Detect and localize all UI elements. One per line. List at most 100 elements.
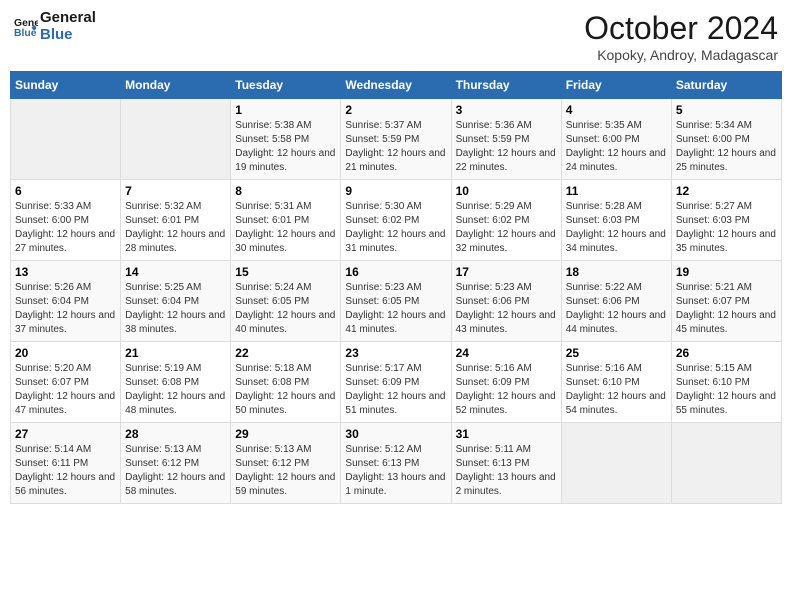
day-info: Sunrise: 5:24 AMSunset: 6:05 PMDaylight:… (235, 281, 336, 337)
calendar-cell: 18Sunrise: 5:22 AMSunset: 6:06 PMDayligh… (561, 261, 671, 342)
day-number: 28 (125, 427, 226, 441)
location-subtitle: Kopoky, Androy, Madagascar (584, 47, 778, 63)
day-number: 15 (235, 265, 336, 279)
week-row-3: 13Sunrise: 5:26 AMSunset: 6:04 PMDayligh… (11, 261, 782, 342)
day-info: Sunrise: 5:16 AMSunset: 6:10 PMDaylight:… (566, 362, 667, 418)
day-number: 19 (676, 265, 777, 279)
day-number: 30 (345, 427, 446, 441)
day-number: 31 (456, 427, 557, 441)
calendar-cell: 20Sunrise: 5:20 AMSunset: 6:07 PMDayligh… (11, 342, 121, 423)
day-number: 20 (15, 346, 116, 360)
month-title: October 2024 (584, 10, 778, 47)
calendar-cell: 19 Sunrise: 5:21 AMSunset: 6:07 PMDayligh… (671, 261, 781, 342)
day-number: 11 (566, 184, 667, 198)
day-info: Sunrise: 5:11 AMSunset: 6:13 PMDaylight:… (456, 443, 557, 499)
day-info: Sunrise: 5:27 AMSunset: 6:03 PMDaylight:… (676, 200, 777, 256)
day-info: Sunrise: 5:36 AMSunset: 5:59 PMDaylight:… (456, 119, 557, 175)
day-info: Sunrise: 5:13 AMSunset: 6:12 PMDaylight:… (125, 443, 226, 499)
calendar-cell: 24Sunrise: 5:16 AMSunset: 6:09 PMDayligh… (451, 342, 561, 423)
page-header: General Blue General Blue October 2024 K… (10, 10, 782, 63)
calendar-cell: 7 Sunrise: 5:32 AMSunset: 6:01 PMDaylight… (121, 180, 231, 261)
day-number: 13 (15, 265, 116, 279)
week-row-1: 1 Sunrise: 5:38 AMSunset: 5:58 PMDaylight… (11, 99, 782, 180)
logo-icon: General Blue (14, 15, 38, 39)
day-number: 1 (235, 103, 336, 117)
svg-text:Blue: Blue (14, 27, 37, 38)
day-info: Sunrise: 5:33 AMSunset: 6:00 PMDaylight:… (15, 200, 116, 256)
logo: General Blue General Blue (14, 10, 96, 43)
day-number: 7 (125, 184, 226, 198)
day-info: Sunrise: 5:21 AMSunset: 6:07 PMDaylight:… (676, 281, 777, 337)
weekday-header-saturday: Saturday (671, 72, 781, 99)
calendar-cell: 5Sunrise: 5:34 AMSunset: 6:00 PMDaylight… (671, 99, 781, 180)
calendar-cell: 14Sunrise: 5:25 AMSunset: 6:04 PMDayligh… (121, 261, 231, 342)
day-info: Sunrise: 5:13 AMSunset: 6:12 PMDaylight:… (235, 443, 336, 499)
day-info: Sunrise: 5:28 AMSunset: 6:03 PMDaylight:… (566, 200, 667, 256)
calendar-cell: 9 Sunrise: 5:30 AMSunset: 6:02 PMDaylight… (341, 180, 451, 261)
calendar-cell: 13Sunrise: 5:26 AMSunset: 6:04 PMDayligh… (11, 261, 121, 342)
weekday-header-row: SundayMondayTuesdayWednesdayThursdayFrid… (11, 72, 782, 99)
weekday-header-friday: Friday (561, 72, 671, 99)
weekday-header-monday: Monday (121, 72, 231, 99)
week-row-2: 6Sunrise: 5:33 AMSunset: 6:00 PMDaylight… (11, 180, 782, 261)
day-number: 21 (125, 346, 226, 360)
day-number: 4 (566, 103, 667, 117)
day-number: 23 (345, 346, 446, 360)
day-info: Sunrise: 5:25 AMSunset: 6:04 PMDaylight:… (125, 281, 226, 337)
calendar-cell (671, 423, 781, 504)
day-info: Sunrise: 5:35 AMSunset: 6:00 PMDaylight:… (566, 119, 667, 175)
day-info: Sunrise: 5:37 AMSunset: 5:59 PMDaylight:… (345, 119, 446, 175)
day-info: Sunrise: 5:17 AMSunset: 6:09 PMDaylight:… (345, 362, 446, 418)
day-info: Sunrise: 5:23 AMSunset: 6:05 PMDaylight:… (345, 281, 446, 337)
day-info: Sunrise: 5:23 AMSunset: 6:06 PMDaylight:… (456, 281, 557, 337)
day-number: 10 (456, 184, 557, 198)
day-info: Sunrise: 5:29 AMSunset: 6:02 PMDaylight:… (456, 200, 557, 256)
day-info: Sunrise: 5:30 AMSunset: 6:02 PMDaylight:… (345, 200, 446, 256)
calendar-cell: 6Sunrise: 5:33 AMSunset: 6:00 PMDaylight… (11, 180, 121, 261)
calendar-cell: 12 Sunrise: 5:27 AMSunset: 6:03 PMDayligh… (671, 180, 781, 261)
calendar-cell: 1 Sunrise: 5:38 AMSunset: 5:58 PMDaylight… (231, 99, 341, 180)
day-number: 22 (235, 346, 336, 360)
week-row-4: 20Sunrise: 5:20 AMSunset: 6:07 PMDayligh… (11, 342, 782, 423)
day-info: Sunrise: 5:38 AMSunset: 5:58 PMDaylight:… (235, 119, 336, 175)
day-info: Sunrise: 5:34 AMSunset: 6:00 PMDaylight:… (676, 119, 777, 175)
weekday-header-sunday: Sunday (11, 72, 121, 99)
day-info: Sunrise: 5:18 AMSunset: 6:08 PMDaylight:… (235, 362, 336, 418)
day-number: 8 (235, 184, 336, 198)
logo-blue: Blue (40, 27, 96, 44)
day-number: 26 (676, 346, 777, 360)
day-number: 27 (15, 427, 116, 441)
day-number: 12 (676, 184, 777, 198)
day-number: 2 (345, 103, 446, 117)
calendar-cell (561, 423, 671, 504)
day-info: Sunrise: 5:19 AMSunset: 6:08 PMDaylight:… (125, 362, 226, 418)
calendar-cell: 8 Sunrise: 5:31 AMSunset: 6:01 PMDaylight… (231, 180, 341, 261)
day-number: 24 (456, 346, 557, 360)
calendar-cell (11, 99, 121, 180)
calendar-cell: 11 Sunrise: 5:28 AMSunset: 6:03 PMDayligh… (561, 180, 671, 261)
calendar-cell: 25 Sunrise: 5:16 AMSunset: 6:10 PMDayligh… (561, 342, 671, 423)
day-info: Sunrise: 5:31 AMSunset: 6:01 PMDaylight:… (235, 200, 336, 256)
day-info: Sunrise: 5:32 AMSunset: 6:01 PMDaylight:… (125, 200, 226, 256)
day-number: 9 (345, 184, 446, 198)
calendar-cell: 27Sunrise: 5:14 AMSunset: 6:11 PMDayligh… (11, 423, 121, 504)
calendar-cell: 4 Sunrise: 5:35 AMSunset: 6:00 PMDaylight… (561, 99, 671, 180)
calendar-cell: 16Sunrise: 5:23 AMSunset: 6:05 PMDayligh… (341, 261, 451, 342)
logo-general: General (40, 10, 96, 27)
calendar-table: SundayMondayTuesdayWednesdayThursdayFrid… (10, 71, 782, 504)
weekday-header-wednesday: Wednesday (341, 72, 451, 99)
day-info: Sunrise: 5:22 AMSunset: 6:06 PMDaylight:… (566, 281, 667, 337)
calendar-cell: 29Sunrise: 5:13 AMSunset: 6:12 PMDayligh… (231, 423, 341, 504)
day-info: Sunrise: 5:15 AMSunset: 6:10 PMDaylight:… (676, 362, 777, 418)
calendar-cell: 17Sunrise: 5:23 AMSunset: 6:06 PMDayligh… (451, 261, 561, 342)
calendar-cell: 31 Sunrise: 5:11 AMSunset: 6:13 PMDayligh… (451, 423, 561, 504)
calendar-cell: 2 Sunrise: 5:37 AMSunset: 5:59 PMDaylight… (341, 99, 451, 180)
calendar-cell: 3Sunrise: 5:36 AMSunset: 5:59 PMDaylight… (451, 99, 561, 180)
day-number: 25 (566, 346, 667, 360)
weekday-header-tuesday: Tuesday (231, 72, 341, 99)
day-info: Sunrise: 5:12 AMSunset: 6:13 PMDaylight:… (345, 443, 446, 499)
week-row-5: 27Sunrise: 5:14 AMSunset: 6:11 PMDayligh… (11, 423, 782, 504)
calendar-cell: 23 Sunrise: 5:17 AMSunset: 6:09 PMDayligh… (341, 342, 451, 423)
calendar-cell: 26 Sunrise: 5:15 AMSunset: 6:10 PMDayligh… (671, 342, 781, 423)
calendar-cell: 10 Sunrise: 5:29 AMSunset: 6:02 PMDayligh… (451, 180, 561, 261)
